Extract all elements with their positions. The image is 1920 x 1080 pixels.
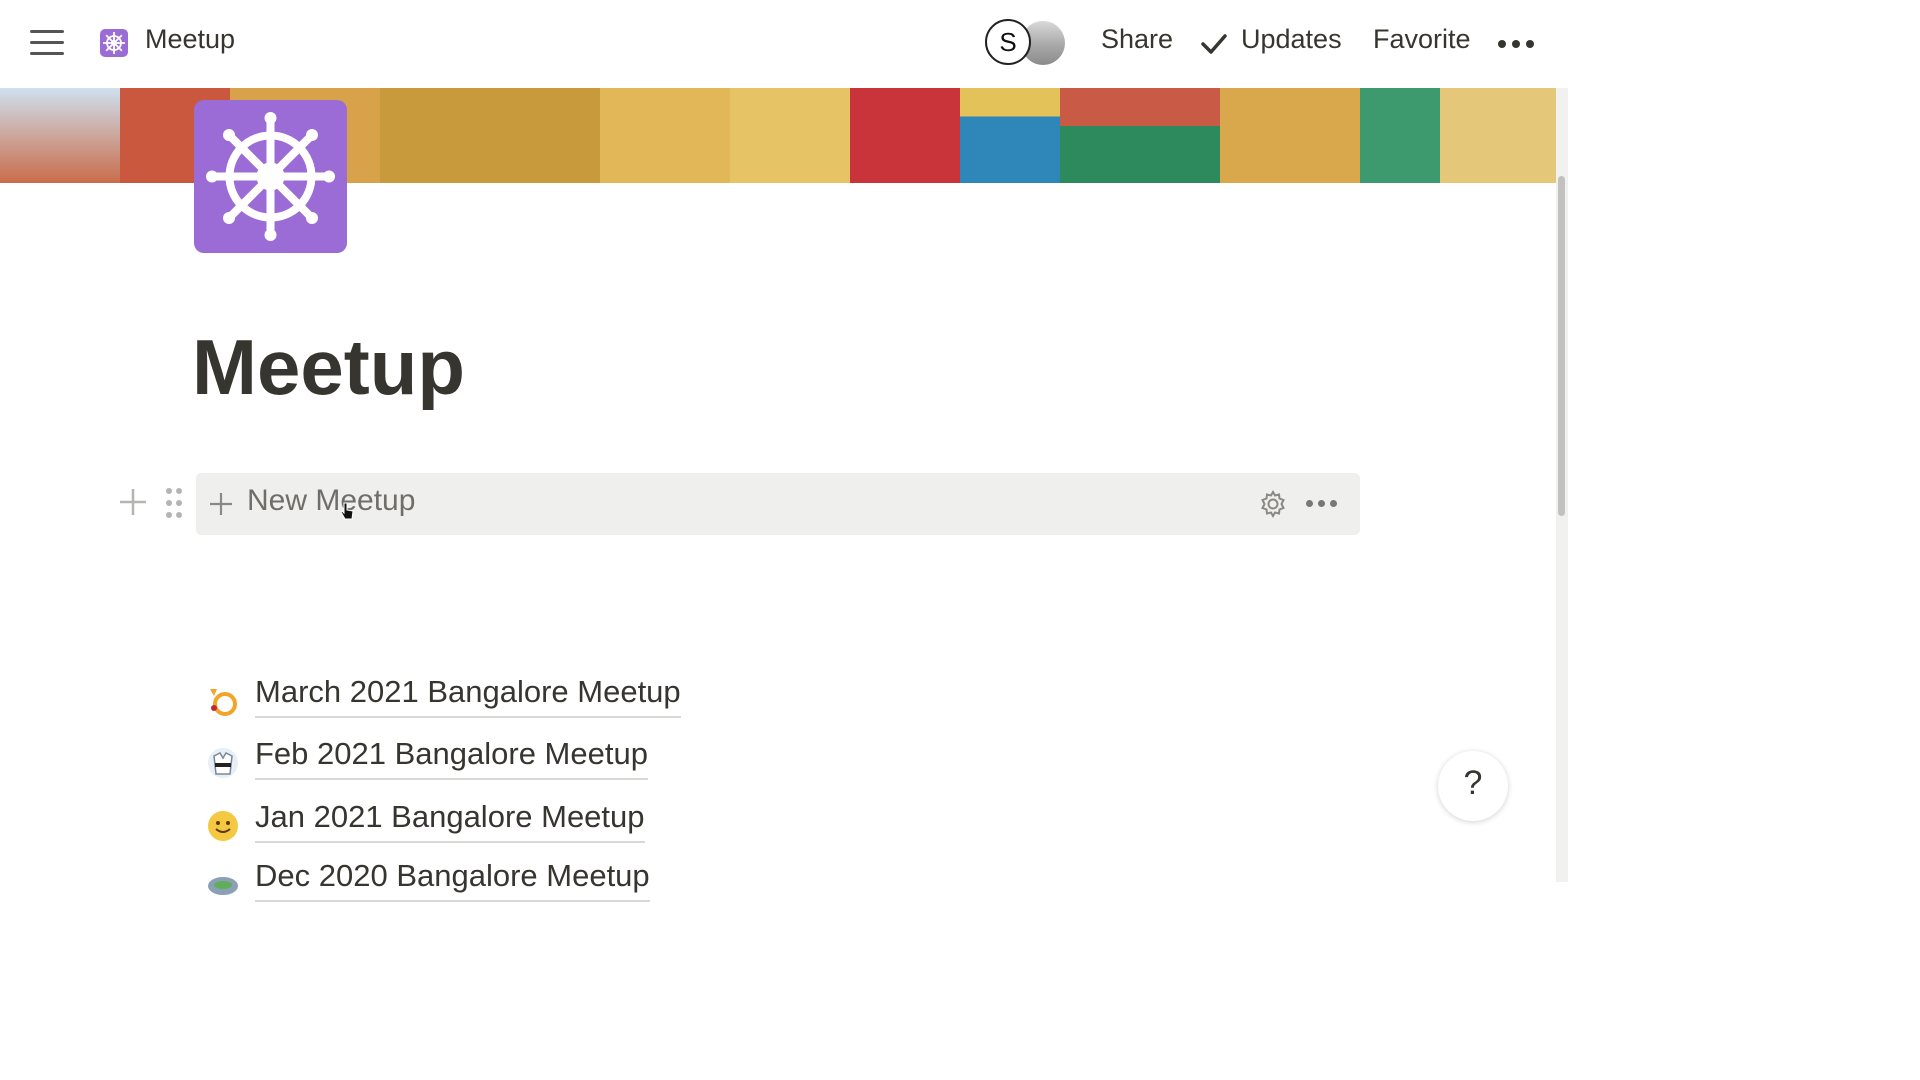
check-icon: [1201, 34, 1227, 54]
gear-icon[interactable]: [1258, 489, 1288, 519]
more-options-icon[interactable]: [1498, 38, 1538, 50]
breadcrumb-title[interactable]: Meetup: [145, 24, 235, 55]
page-title[interactable]: Meetup: [192, 322, 465, 413]
user-avatar-initial[interactable]: S: [985, 19, 1031, 65]
new-meetup-button[interactable]: New Meetup: [247, 484, 415, 518]
hand-cursor-icon: [340, 502, 354, 520]
scrollbar-thumb[interactable]: [1558, 176, 1565, 516]
database-more-icon[interactable]: [1306, 499, 1338, 509]
stadium-emoji-icon: [208, 877, 238, 895]
help-button[interactable]: ?: [1438, 751, 1508, 821]
share-button[interactable]: Share: [1101, 24, 1173, 55]
top-bar: Meetup S Share Updates Favorite: [0, 0, 1568, 88]
sidebar-menu-icon[interactable]: [30, 28, 64, 58]
favorite-button[interactable]: Favorite: [1373, 24, 1471, 55]
page-helm-wheel-icon[interactable]: [194, 100, 347, 253]
list-item-label[interactable]: Dec 2020 Bangalore Meetup: [255, 858, 650, 902]
updates-button[interactable]: Updates: [1241, 24, 1342, 55]
martial-arts-uniform-emoji-icon: [208, 748, 238, 778]
helm-wheel-icon: [100, 29, 128, 57]
scrollbar[interactable]: [1556, 88, 1568, 882]
list-item-label[interactable]: Jan 2021 Bangalore Meetup: [255, 799, 645, 843]
plus-icon: [210, 493, 232, 515]
list-item-label[interactable]: March 2021 Bangalore Meetup: [255, 674, 681, 718]
new-meetup-bar[interactable]: New Meetup: [196, 473, 1360, 535]
add-block-plus-icon[interactable]: [118, 487, 148, 517]
trophy-emoji-icon: [210, 689, 237, 716]
smiling-face-emoji-icon: [208, 811, 238, 841]
drag-handle-icon[interactable]: [164, 486, 184, 520]
list-item-label[interactable]: Feb 2021 Bangalore Meetup: [255, 736, 648, 780]
